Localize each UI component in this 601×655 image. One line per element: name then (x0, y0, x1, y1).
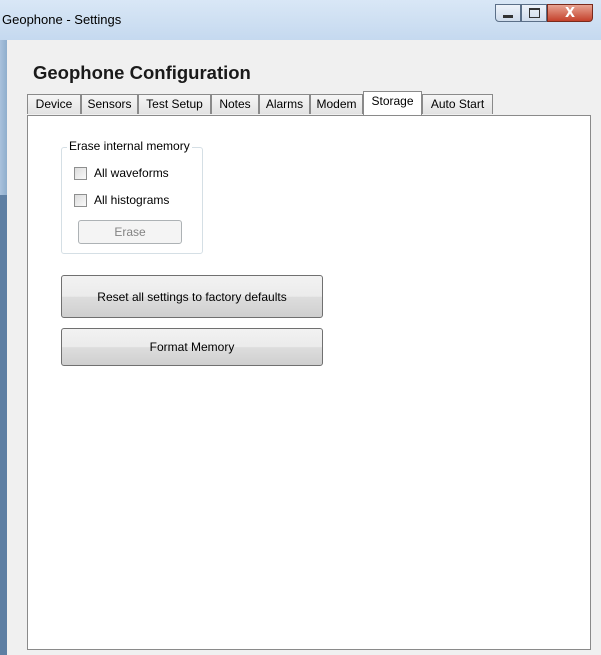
erase-memory-group-label: Erase internal memory (67, 139, 192, 153)
tab-test-setup[interactable]: Test Setup (138, 94, 211, 114)
window-title: Geophone - Settings (2, 12, 122, 27)
erase-button[interactable]: Erase (78, 220, 182, 244)
minimize-button[interactable] (495, 4, 521, 22)
close-button[interactable]: X (547, 4, 593, 22)
client-area: Geophone Configuration Device Sensors Te… (7, 40, 601, 655)
format-memory-button[interactable]: Format Memory (61, 328, 323, 366)
tab-modem[interactable]: Modem (310, 94, 363, 114)
all-histograms-row[interactable]: All histograms (74, 193, 169, 207)
all-waveforms-row[interactable]: All waveforms (74, 166, 169, 180)
minimize-icon (503, 14, 513, 18)
tab-sensors[interactable]: Sensors (81, 94, 138, 114)
maximize-button[interactable] (521, 4, 547, 22)
title-bar[interactable]: Geophone - Settings X (0, 0, 601, 40)
all-histograms-label[interactable]: All histograms (94, 193, 169, 207)
reset-factory-defaults-button[interactable]: Reset all settings to factory defaults (61, 275, 323, 318)
settings-window: Geophone - Settings X Geophone Configura… (0, 0, 601, 655)
tab-device[interactable]: Device (27, 94, 81, 114)
tab-auto-start[interactable]: Auto Start (422, 94, 493, 114)
tab-alarms[interactable]: Alarms (259, 94, 310, 114)
page-title: Geophone Configuration (33, 62, 251, 83)
caption-buttons: X (495, 4, 593, 24)
storage-tab-panel: Erase internal memory All waveforms All … (27, 115, 591, 650)
tab-notes[interactable]: Notes (211, 94, 259, 114)
all-waveforms-checkbox[interactable] (74, 166, 87, 180)
all-histograms-checkbox[interactable] (74, 193, 87, 207)
window-border-left-shadow (0, 195, 7, 655)
maximize-icon (528, 8, 540, 18)
close-icon: X (564, 5, 576, 21)
tab-storage[interactable]: Storage (363, 91, 422, 115)
all-waveforms-label[interactable]: All waveforms (94, 166, 169, 180)
